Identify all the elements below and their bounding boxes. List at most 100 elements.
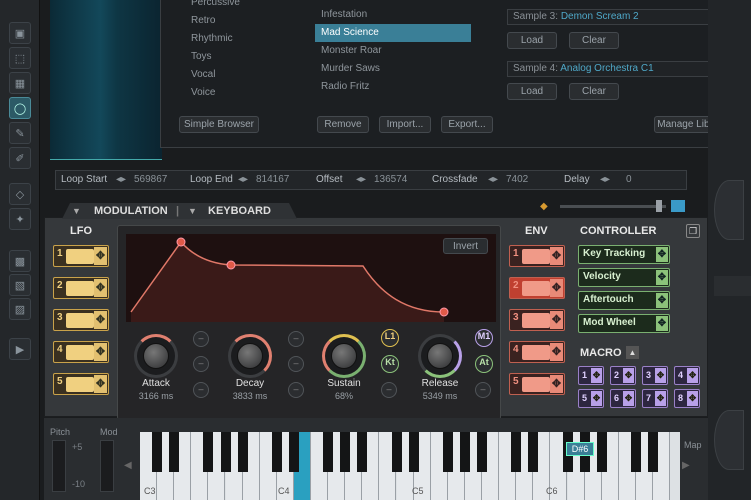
- black-key[interactable]: [357, 432, 368, 472]
- drag-move-icon[interactable]: ✥: [623, 368, 634, 383]
- envelope-point[interactable]: [439, 307, 449, 317]
- decay-knob[interactable]: [228, 334, 272, 378]
- delay-stepper-icon[interactable]: ◂▸: [600, 171, 610, 189]
- sample-slot-4[interactable]: Sample 4: Analog Orchestra C1: [507, 61, 723, 77]
- brush-tool-icon[interactable]: ✎: [9, 122, 31, 144]
- black-key[interactable]: [477, 432, 487, 472]
- sustain-knob[interactable]: [322, 334, 366, 378]
- lfo-slot[interactable]: 3 ✥: [53, 309, 109, 331]
- macro-slot[interactable]: 8 ✥: [674, 389, 700, 408]
- macro-slot[interactable]: 1 ✥: [578, 366, 604, 385]
- mod-slot[interactable]: –: [288, 331, 304, 347]
- crossfade-value[interactable]: 7402: [506, 171, 528, 189]
- lfo-slot[interactable]: 5 ✥: [53, 373, 109, 395]
- piano-keyboard[interactable]: [140, 432, 680, 500]
- collapse-icon[interactable]: ▼: [72, 203, 81, 219]
- black-key[interactable]: [596, 432, 607, 472]
- drag-move-icon[interactable]: ✥: [687, 391, 698, 406]
- lfo-slot[interactable]: 4 ✥: [53, 341, 109, 363]
- controller-key-tracking[interactable]: Key Tracking ✥: [578, 245, 670, 264]
- lfo-slot[interactable]: 1 ✥: [53, 245, 109, 267]
- mod-slot[interactable]: –: [193, 331, 209, 347]
- keytrack-mod-badge[interactable]: Kt: [381, 355, 399, 373]
- black-key[interactable]: [323, 432, 334, 472]
- lfo-mod-badge[interactable]: L1: [381, 329, 399, 347]
- drag-move-icon[interactable]: ✥: [655, 368, 666, 383]
- mod-slot[interactable]: –: [475, 382, 491, 398]
- env-slot[interactable]: 3 ✥: [509, 309, 565, 331]
- fx-icon[interactable]: ◆: [540, 201, 554, 212]
- black-key[interactable]: [511, 432, 522, 472]
- loop-end-value[interactable]: 814167: [256, 171, 289, 189]
- mod-slot[interactable]: –: [381, 382, 397, 398]
- list-item[interactable]: Rhythmic: [191, 30, 301, 48]
- list-item[interactable]: Infestation: [315, 6, 471, 24]
- invert-button[interactable]: Invert: [443, 238, 488, 254]
- macro-slot[interactable]: 7 ✥: [642, 389, 668, 408]
- collapse-icon[interactable]: ▼: [188, 203, 197, 219]
- macro-mod-badge[interactable]: M1: [475, 329, 493, 347]
- knob-partial[interactable]: [714, 180, 744, 240]
- black-key[interactable]: [408, 432, 419, 472]
- popout-icon[interactable]: ❐: [686, 224, 700, 238]
- spectrogram-view[interactable]: [50, 0, 162, 160]
- black-key[interactable]: [237, 432, 248, 472]
- list-item[interactable]: Voice: [191, 84, 301, 102]
- black-key[interactable]: [340, 432, 351, 472]
- tab-modulation[interactable]: MODULATION: [94, 203, 168, 219]
- list-item[interactable]: Murder Saws: [315, 60, 471, 78]
- knob-partial[interactable]: [714, 410, 744, 470]
- macro-slot[interactable]: 6 ✥: [610, 389, 636, 408]
- drag-move-icon[interactable]: ✥: [591, 391, 602, 406]
- black-key[interactable]: [391, 432, 402, 472]
- drag-move-icon[interactable]: ✥: [94, 247, 107, 265]
- black-key[interactable]: [169, 432, 180, 472]
- env-slot[interactable]: 4 ✥: [509, 341, 565, 363]
- grid-tool-icon[interactable]: ▦: [9, 72, 31, 94]
- black-key[interactable]: [288, 432, 299, 472]
- list-item[interactable]: Radio Fritz: [315, 78, 471, 96]
- magic-wand-icon[interactable]: ✦: [9, 208, 31, 230]
- volume-slider-handle[interactable]: [656, 200, 662, 212]
- delay-value[interactable]: 0: [626, 171, 632, 189]
- aftertouch-mod-badge[interactable]: At: [475, 355, 493, 373]
- drag-move-icon[interactable]: ✥: [623, 391, 634, 406]
- mod-slot[interactable]: –: [193, 382, 209, 398]
- list-item[interactable]: Vocal: [191, 66, 301, 84]
- envelope-point[interactable]: [176, 237, 186, 247]
- clear-button[interactable]: Clear: [569, 32, 619, 49]
- black-key[interactable]: [442, 432, 453, 472]
- offset-value[interactable]: 136574: [374, 171, 407, 189]
- dither-tool-icon[interactable]: ▨: [9, 298, 31, 320]
- controller-aftertouch[interactable]: Aftertouch ✥: [578, 291, 670, 310]
- drag-move-icon[interactable]: ✥: [656, 316, 668, 331]
- import-button[interactable]: Import...: [379, 116, 431, 133]
- black-key[interactable]: [528, 432, 539, 472]
- black-key[interactable]: [648, 432, 658, 472]
- black-key[interactable]: [220, 432, 231, 472]
- macro-slot[interactable]: 2 ✥: [610, 366, 636, 385]
- pitch-wheel[interactable]: [52, 440, 66, 492]
- sidebar-tab[interactable]: [714, 276, 751, 296]
- controller-mod-wheel[interactable]: Mod Wheel ✥: [578, 314, 670, 333]
- macro-collapse-icon[interactable]: ▲: [626, 346, 639, 359]
- pencil-tool-icon[interactable]: ✐: [9, 147, 31, 169]
- list-item[interactable]: Monster Roar: [315, 42, 471, 60]
- load-button[interactable]: Load: [507, 32, 557, 49]
- black-key[interactable]: [271, 432, 282, 472]
- lasso-tool-icon[interactable]: ◯: [9, 97, 31, 119]
- mod-wheel[interactable]: [100, 440, 114, 492]
- remove-button[interactable]: Remove: [317, 116, 369, 133]
- tab-keyboard[interactable]: KEYBOARD: [208, 203, 271, 219]
- load-button[interactable]: Load: [507, 83, 557, 100]
- macro-slot[interactable]: 3 ✥: [642, 366, 668, 385]
- lfo-slot[interactable]: 2 ✥: [53, 277, 109, 299]
- black-key[interactable]: [459, 432, 470, 472]
- octave-down-icon[interactable]: ◀: [124, 460, 132, 471]
- noise-tool-icon[interactable]: ▩: [9, 250, 31, 272]
- loop-start-stepper-icon[interactable]: ◂▸: [116, 171, 126, 189]
- list-item[interactable]: Retro: [191, 12, 301, 30]
- drag-move-icon[interactable]: ✥: [94, 279, 107, 297]
- marquee-tool-icon[interactable]: ⬚: [9, 47, 31, 69]
- drag-move-icon[interactable]: ✥: [656, 293, 668, 308]
